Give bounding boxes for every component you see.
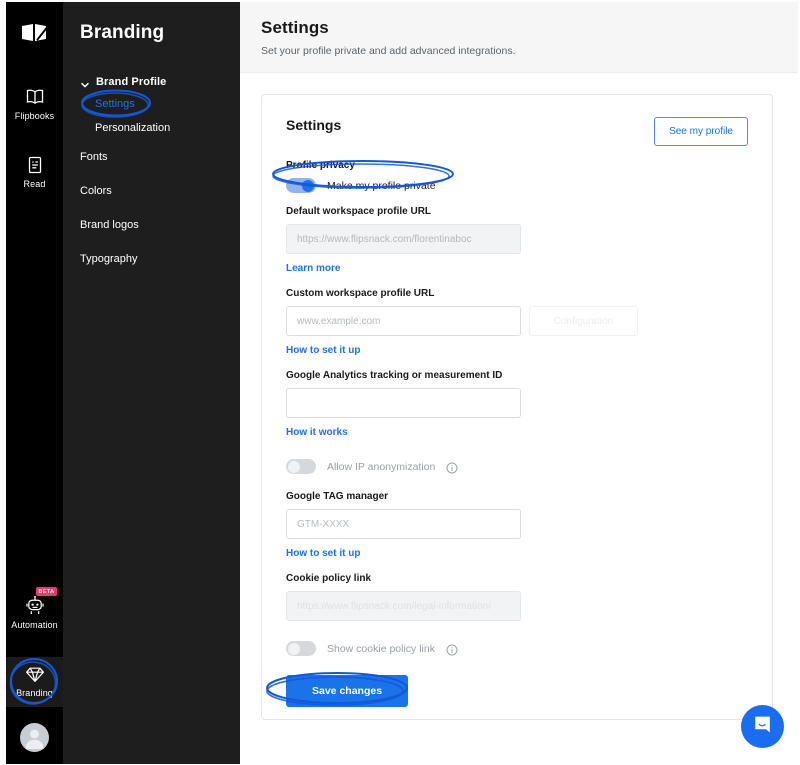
sidebar-item-label: Personalization	[95, 122, 171, 134]
app-root: Flipbooks Read BETA Automation Branding …	[0, 0, 800, 765]
diamond-icon	[24, 663, 46, 685]
show-cookie-policy-section: Show cookie policy link	[286, 641, 748, 656]
custom-url-label: Custom workspace profile URL	[286, 288, 435, 299]
ip-anonymization-row: Allow IP anonymization	[286, 459, 748, 474]
analytics-section: Google Analytics tracking or measurement…	[286, 370, 748, 440]
primary-icon-rail: Flipbooks Read BETA Automation Branding	[6, 2, 63, 764]
sidebar-item-label: Colors	[80, 185, 112, 197]
card-header: Settings See my profile	[286, 117, 748, 146]
beta-badge: BETA	[35, 587, 58, 596]
custom-url-section: Custom workspace profile URL www.example…	[286, 288, 748, 358]
custom-url-how-to-link[interactable]: How to set it up	[286, 345, 360, 356]
custom-url-placeholder: www.example.com	[297, 315, 381, 327]
sidebar-item-colors[interactable]: Colors	[63, 174, 240, 208]
default-url-placeholder: https://www.flipsnack.com/florentinaboc	[297, 233, 472, 245]
main-content: Settings Set your profile private and ad…	[240, 2, 798, 764]
page-title: Settings	[261, 18, 329, 37]
allow-ip-anonymization-toggle[interactable]	[286, 459, 316, 474]
cookie-policy-section: Cookie policy link https://www.flipsnack…	[286, 573, 748, 621]
configuration-button[interactable]: Configuration	[529, 306, 638, 336]
info-circle-icon[interactable]	[446, 461, 458, 473]
sidebar-item-fonts[interactable]: Fonts	[63, 140, 240, 174]
sidebar-item-label: Brand logos	[80, 219, 139, 231]
user-avatar[interactable]	[20, 723, 49, 752]
show-cookie-policy-label: Show cookie policy link	[327, 642, 435, 655]
tag-manager-input[interactable]: GTM-XXXX	[286, 509, 521, 539]
make-profile-private-toggle[interactable]	[286, 178, 316, 193]
tag-manager-label: Google TAG manager	[286, 491, 389, 502]
rail-item-read[interactable]: Read	[6, 148, 63, 198]
cookie-policy-placeholder: https://www.flipsnack.com/legal-informat…	[297, 600, 491, 612]
cookie-policy-label: Cookie policy link	[286, 573, 372, 584]
show-cookie-policy-row: Show cookie policy link	[286, 641, 748, 656]
sidebar-item-personalization[interactable]: Personalization	[63, 116, 240, 140]
chat-bubble-icon	[752, 714, 773, 740]
sidebar-group-label: Brand Profile	[96, 76, 167, 88]
open-book-icon	[24, 86, 46, 108]
profile-privacy-section: Profile privacy Make my profile private	[286, 160, 748, 193]
page-subtitle: Set your profile private and add advance…	[261, 45, 516, 57]
robot-icon	[24, 595, 46, 617]
rail-item-list: Flipbooks Read	[6, 80, 63, 198]
save-changes-button[interactable]: Save changes	[286, 675, 409, 707]
analytics-input[interactable]	[286, 388, 521, 418]
chevron-down-icon	[80, 77, 90, 88]
rail-item-automation[interactable]: BETA Automation	[6, 587, 63, 639]
show-cookie-policy-toggle[interactable]	[286, 641, 316, 656]
profile-privacy-label: Profile privacy	[286, 160, 355, 171]
tag-manager-how-to-link[interactable]: How to set it up	[286, 548, 360, 559]
page-header: Settings Set your profile private and ad…	[240, 2, 798, 73]
analytics-how-it-works-link[interactable]: How it works	[286, 427, 348, 438]
analytics-label: Google Analytics tracking or measurement…	[286, 370, 503, 381]
robot-icon-wrap: BETA	[24, 587, 58, 617]
rail-item-label: Read	[23, 179, 46, 189]
profile-privacy-toggle-row: Make my profile private	[286, 178, 748, 193]
default-url-input[interactable]: https://www.flipsnack.com/florentinaboc	[286, 224, 521, 254]
sidebar-item-brand-logos[interactable]: Brand logos	[63, 208, 240, 242]
info-circle-icon[interactable]	[446, 643, 458, 655]
sidebar-item-label: Settings	[95, 98, 135, 110]
tag-manager-placeholder: GTM-XXXX	[297, 518, 350, 530]
sidebar-title: Branding	[80, 22, 165, 43]
sidebar-group-brand-profile[interactable]: Brand Profile	[63, 72, 240, 92]
default-url-section: Default workspace profile URL https://ww…	[286, 206, 748, 276]
sidebar-item-typography[interactable]: Typography	[63, 242, 240, 276]
tag-manager-section: Google TAG manager GTM-XXXX How to set i…	[286, 491, 748, 561]
rail-item-label: Branding	[16, 688, 53, 698]
sidebar-item-label: Typography	[80, 253, 138, 265]
document-read-icon	[24, 154, 46, 176]
default-url-label: Default workspace profile URL	[286, 206, 432, 217]
custom-url-row: www.example.com Configuration	[286, 306, 748, 336]
rail-item-label: Flipbooks	[14, 111, 55, 121]
custom-url-input[interactable]: www.example.com	[286, 306, 521, 336]
rail-item-branding[interactable]: Branding	[6, 657, 63, 707]
rail-item-label: Automation	[11, 620, 58, 630]
sidebar-item-settings[interactable]: Settings	[63, 92, 240, 116]
learn-more-link[interactable]: Learn more	[286, 263, 340, 274]
flipsnack-book-logo-icon[interactable]	[18, 16, 52, 50]
sidebar-item-label: Fonts	[80, 151, 108, 163]
settings-card: Settings See my profile Profile privacy …	[261, 94, 773, 720]
see-my-profile-button[interactable]: See my profile	[654, 117, 748, 146]
ip-anonymization-section: Allow IP anonymization	[286, 459, 748, 474]
branding-sidebar: Branding Brand Profile Settings Personal…	[63, 2, 240, 764]
sidebar-nav-list: Brand Profile Settings Personalization F…	[63, 72, 240, 276]
allow-ip-anonymization-label: Allow IP anonymization	[327, 460, 436, 473]
save-section: Save changes	[286, 675, 748, 707]
cookie-policy-input[interactable]: https://www.flipsnack.com/legal-informat…	[286, 591, 521, 621]
card-title: Settings	[286, 117, 342, 133]
rail-bottom-group: BETA Automation Branding	[6, 587, 63, 764]
make-profile-private-label: Make my profile private	[327, 179, 436, 192]
rail-item-flipbooks[interactable]: Flipbooks	[6, 80, 63, 130]
chat-launcher-button[interactable]	[741, 705, 784, 748]
